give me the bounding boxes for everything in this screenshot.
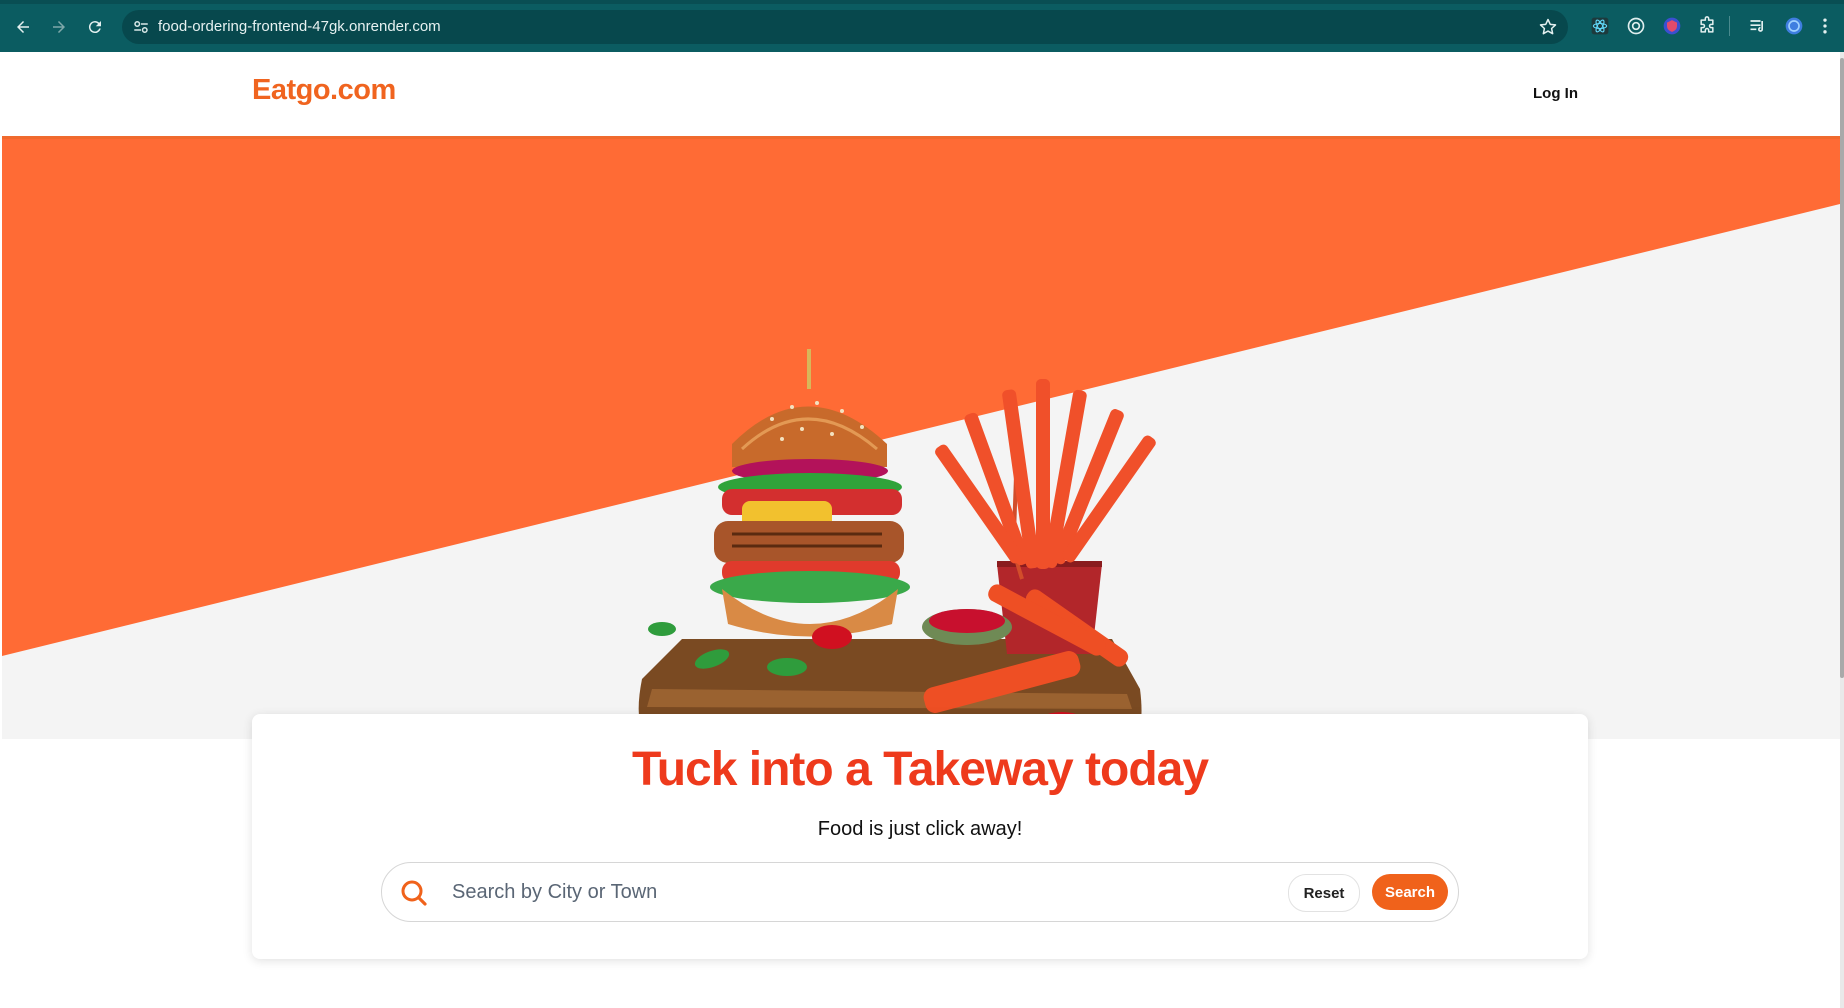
url-text[interactable]: food-ordering-frontend-47gk.onrender.com — [158, 18, 441, 35]
site-logo[interactable]: Eatgo.com — [252, 74, 396, 107]
shield-extension-icon[interactable] — [1662, 16, 1682, 36]
address-bar[interactable]: food-ordering-frontend-47gk.onrender.com — [122, 10, 1568, 44]
arrow-left-icon — [17, 21, 29, 33]
reset-button[interactable]: Reset — [1288, 874, 1360, 912]
forward-button[interactable] — [46, 14, 72, 40]
back-button[interactable] — [10, 14, 36, 40]
login-link[interactable]: Log In — [1533, 85, 1578, 102]
browser-toolbar: food-ordering-frontend-47gk.onrender.com — [0, 0, 1844, 52]
bookmark-star-icon[interactable] — [1538, 17, 1558, 37]
page-viewport: Eatgo.com Log In Tuck into a Takeway tod… — [2, 52, 1840, 1008]
search-card: Tuck into a Takeway today Food is just c… — [252, 714, 1588, 959]
search-icon — [401, 880, 427, 906]
site-settings-icon[interactable] — [132, 18, 150, 36]
reload-icon — [88, 21, 101, 34]
arrow-right-icon — [53, 21, 65, 33]
hero-section — [2, 139, 1840, 757]
search-button[interactable]: Search — [1372, 874, 1448, 910]
puzzle-icon[interactable] — [1697, 16, 1717, 36]
search-bar: Reset Search — [381, 862, 1459, 922]
hero-headline: Tuck into a Takeway today — [631, 743, 1209, 796]
page-scrollbar[interactable] — [1840, 52, 1844, 1008]
target-icon[interactable] — [1626, 16, 1646, 36]
media-queue-icon[interactable] — [1748, 16, 1768, 36]
hero-tagline: Food is just click away! — [817, 818, 1023, 840]
search-input[interactable] — [450, 875, 1254, 909]
scrollbar-thumb[interactable] — [1840, 58, 1844, 678]
profile-avatar-icon[interactable] — [1784, 16, 1804, 36]
kebab-menu-icon[interactable] — [1818, 16, 1832, 36]
react-devtools-icon[interactable] — [1590, 16, 1610, 36]
reload-button[interactable] — [82, 14, 108, 40]
site-header: Eatgo.com Log In — [2, 52, 1840, 139]
tab-strip — [0, 0, 1844, 4]
toolbar-divider — [1729, 16, 1730, 36]
